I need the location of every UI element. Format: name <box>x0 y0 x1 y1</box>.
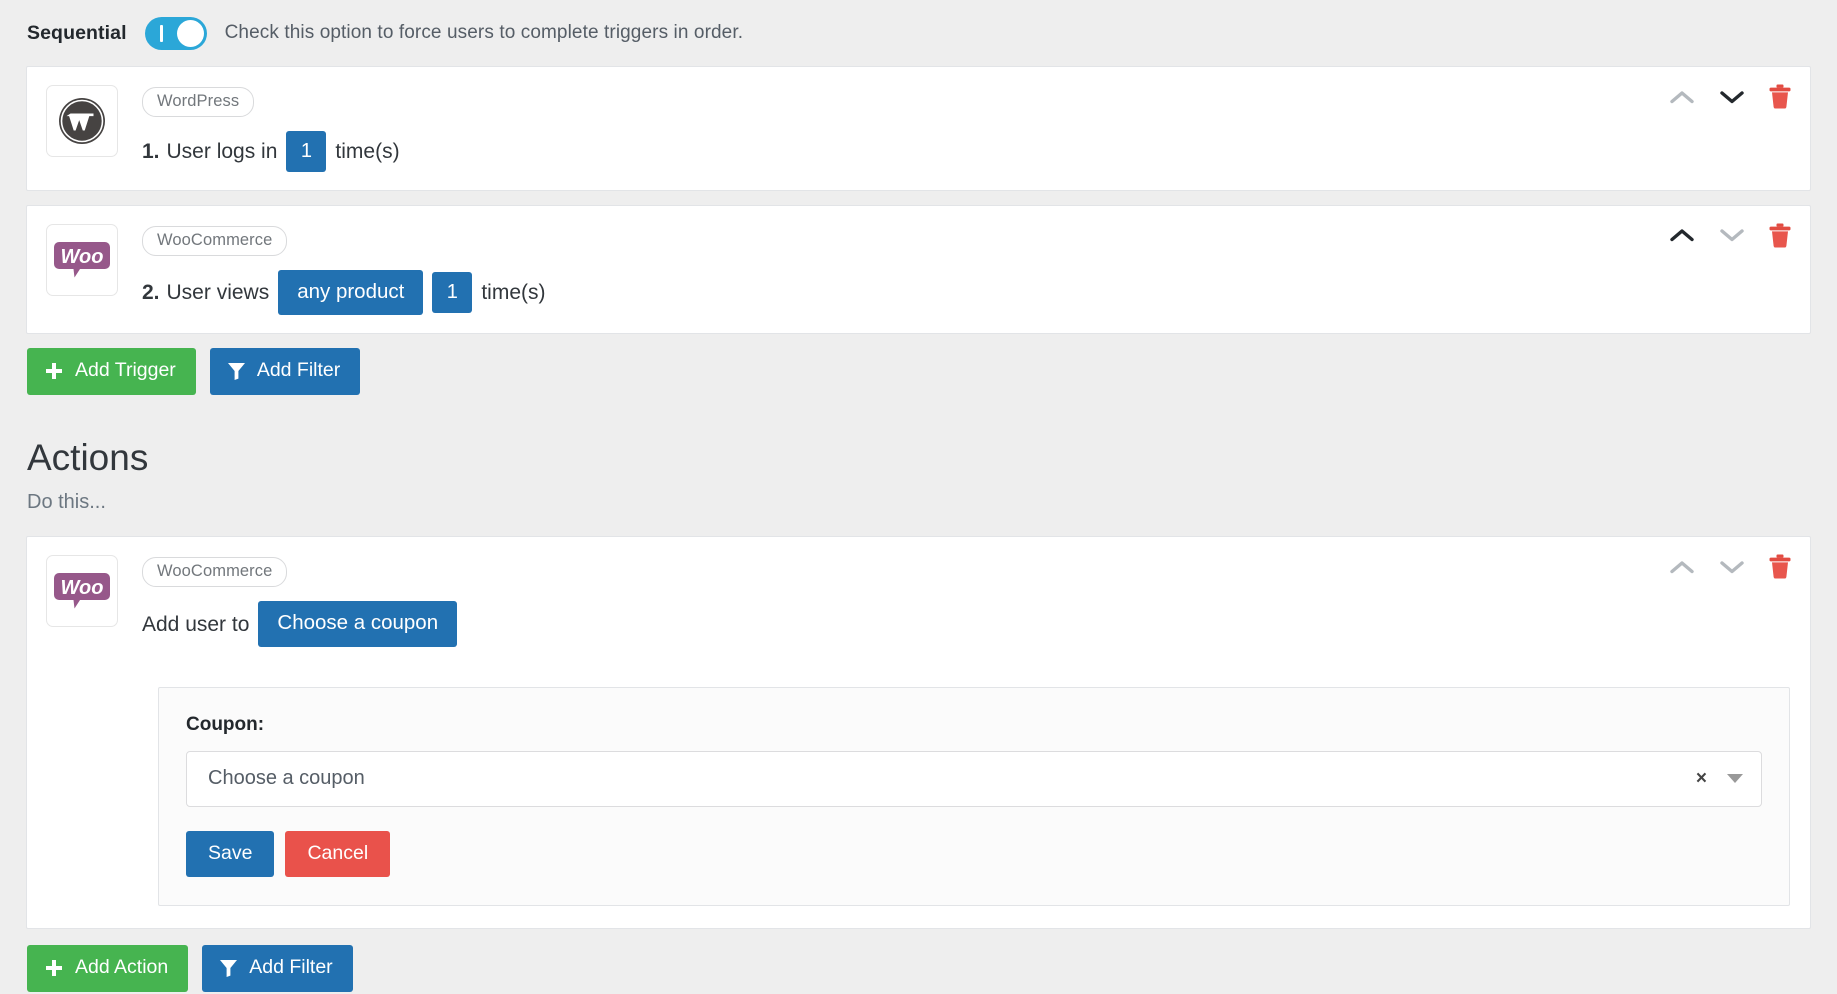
trigger-text-after: time(s) <box>335 139 400 163</box>
move-down-icon[interactable] <box>1719 227 1745 243</box>
coupon-select[interactable]: Choose a coupon × <box>186 750 1762 807</box>
recipe-builder: Sequential Check this option to force us… <box>0 0 1837 992</box>
sequential-toggle[interactable] <box>144 16 207 50</box>
add-trigger-button[interactable]: Add Trigger <box>27 348 196 395</box>
svg-text:Woo: Woo <box>61 577 104 599</box>
choose-coupon-token[interactable]: Choose a coupon <box>258 601 458 647</box>
actions-heading: Actions <box>27 436 149 478</box>
add-action-label: Add Action <box>75 956 169 979</box>
delete-icon[interactable] <box>1769 84 1791 109</box>
toggle-on-indicator <box>159 24 163 42</box>
move-up-icon[interactable] <box>1669 227 1695 243</box>
sequential-option-bar: Sequential Check this option to force us… <box>26 0 1811 66</box>
row-controls <box>1669 223 1791 248</box>
trigger-text-after: time(s) <box>481 281 546 305</box>
move-up-icon[interactable] <box>1669 559 1695 575</box>
add-trigger-label: Add Trigger <box>75 359 176 382</box>
trigger-text-before: User views <box>166 281 270 305</box>
trigger-row: Woo WooCommerce 2. User views any produc… <box>26 204 1811 335</box>
action-row: Woo WooCommerce Add user to Choose a cou… <box>26 536 1811 930</box>
sequential-label: Sequential <box>27 21 127 44</box>
toggle-knob <box>176 19 204 47</box>
woocommerce-logo: Woo <box>46 223 118 296</box>
trigger-row: WordPress 1. User logs in 1 time(s) <box>26 66 1811 191</box>
integration-pill: WordPress <box>142 87 255 117</box>
integration-pill: WooCommerce <box>142 225 288 256</box>
add-filter-button[interactable]: Add Filter <box>209 348 361 395</box>
delete-icon[interactable] <box>1769 554 1791 579</box>
plus-icon <box>44 361 64 381</box>
action-action-buttons: Add Action Add Filter <box>27 945 1811 992</box>
plus-icon <box>44 958 64 978</box>
filter-icon <box>219 958 238 978</box>
move-up-icon[interactable] <box>1669 89 1695 105</box>
trigger-number: 1. <box>142 139 160 163</box>
filter-icon <box>227 361 246 381</box>
delete-icon[interactable] <box>1769 223 1791 248</box>
row-controls <box>1669 84 1791 109</box>
add-action-button[interactable]: Add Action <box>27 945 189 992</box>
coupon-field-label: Coupon: <box>186 713 265 735</box>
trigger-action-buttons: Add Trigger Add Filter <box>27 348 1811 395</box>
move-down-icon[interactable] <box>1719 559 1745 575</box>
integration-pill: WooCommerce <box>142 557 288 588</box>
add-filter-button[interactable]: Add Filter <box>202 945 353 992</box>
actions-subtitle: Do this... <box>27 491 106 514</box>
clear-selection-icon[interactable]: × <box>1696 769 1707 788</box>
row-controls <box>1669 554 1791 579</box>
svg-text:Woo: Woo <box>61 246 104 268</box>
move-down-icon[interactable] <box>1719 89 1745 105</box>
panel-buttons: Save Cancel <box>186 830 1762 878</box>
action-text-before: Add user to <box>142 612 250 636</box>
coupon-select-value: Choose a coupon <box>208 767 365 790</box>
sequential-help-text: Check this option to force users to comp… <box>224 22 744 43</box>
woocommerce-logo: Woo <box>46 555 118 628</box>
trigger-product-token[interactable]: any product <box>278 269 424 316</box>
coupon-settings-panel: Coupon: Choose a coupon × Save Cancel <box>158 686 1790 907</box>
trigger-number: 2. <box>142 281 160 305</box>
trigger-sentence: 2. User views any product 1 time(s) <box>142 269 1790 316</box>
trigger-text-before: User logs in <box>166 139 278 163</box>
cancel-button[interactable]: Cancel <box>285 830 391 878</box>
add-filter-label: Add Filter <box>256 359 341 382</box>
trigger-sentence: 1. User logs in 1 time(s) <box>142 130 1790 172</box>
add-filter-label: Add Filter <box>249 956 333 979</box>
wordpress-logo <box>46 85 118 157</box>
save-button[interactable]: Save <box>186 830 275 878</box>
action-sentence: Add user to Choose a coupon <box>142 601 1790 647</box>
trigger-times-token[interactable]: 1 <box>432 272 473 314</box>
chevron-down-icon[interactable] <box>1727 774 1743 784</box>
trigger-times-token[interactable]: 1 <box>286 130 327 172</box>
